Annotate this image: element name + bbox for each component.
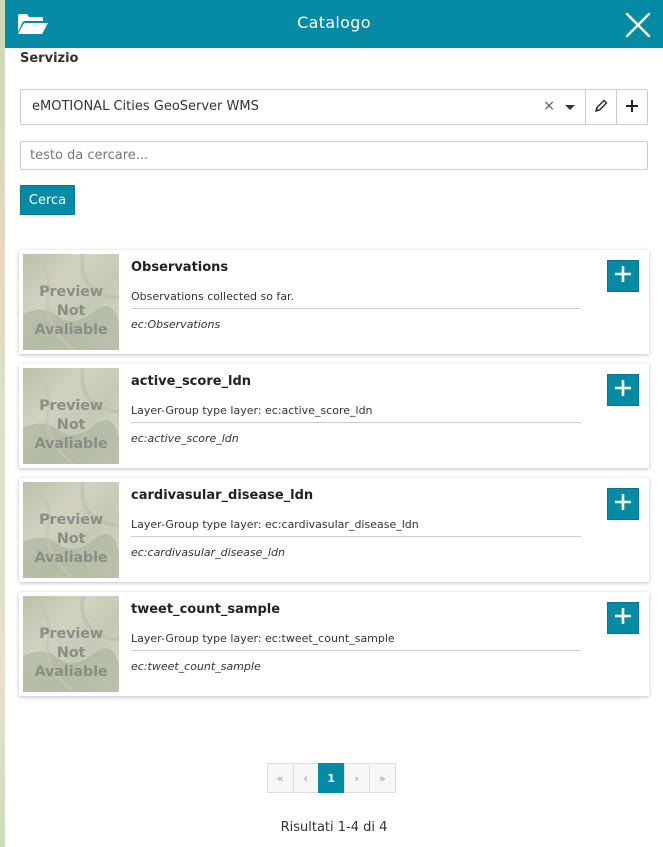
plus-icon xyxy=(614,607,632,629)
result-card: Preview Not Avaliable cardivasular_diseas… xyxy=(19,478,649,582)
result-title: Observations xyxy=(131,260,229,275)
search-button[interactable]: Cerca xyxy=(20,185,75,215)
panel-title: Catalogo xyxy=(297,13,371,32)
result-description: Observations collected so far. xyxy=(131,290,581,309)
preview-text-line1: Preview Not xyxy=(39,626,103,661)
result-card: Preview Not Avaliable active_score_ldn La… xyxy=(19,364,649,468)
plus-icon xyxy=(625,98,639,117)
result-description: Layer-Group type layer: ec:tweet_count_s… xyxy=(131,632,581,651)
add-layer-button[interactable] xyxy=(607,488,639,520)
panel-header: Catalogo xyxy=(5,0,663,48)
preview-thumbnail: Preview Not Avaliable xyxy=(23,254,119,350)
preview-text-line2: Avaliable xyxy=(34,664,108,680)
result-layer-name: ec:cardivasular_disease_ldn xyxy=(131,546,285,559)
result-card: Preview Not Avaliable Observations Observ… xyxy=(19,250,649,354)
next-page-button[interactable]: › xyxy=(343,763,370,793)
results-list: Preview Not Avaliable Observations Observ… xyxy=(19,250,649,706)
current-page-button[interactable]: 1 xyxy=(318,763,345,793)
result-description: Layer-Group type layer: ec:cardivasular_… xyxy=(131,518,581,537)
preview-text-line2: Avaliable xyxy=(34,550,108,566)
preview-thumbnail: Preview Not Avaliable xyxy=(23,482,119,578)
pencil-icon xyxy=(594,98,608,117)
clear-selection-button[interactable]: × xyxy=(543,98,555,114)
catalog-panel: Catalogo Servizio eMOTIONAL Cities GeoSe… xyxy=(5,0,663,847)
close-icon[interactable] xyxy=(625,12,651,38)
add-layer-button[interactable] xyxy=(607,374,639,406)
search-input[interactable] xyxy=(20,141,648,170)
plus-icon xyxy=(614,493,632,515)
service-selected-value: eMOTIONAL Cities GeoServer WMS xyxy=(32,99,259,114)
preview-text-line2: Avaliable xyxy=(34,322,108,338)
result-description: Layer-Group type layer: ec:active_score_… xyxy=(131,404,581,423)
last-page-button[interactable]: » xyxy=(369,763,396,793)
preview-thumbnail: Preview Not Avaliable xyxy=(23,368,119,464)
results-summary: Risultati 1-4 di 4 xyxy=(280,820,388,835)
result-title: active_score_ldn xyxy=(131,374,252,389)
preview-text-line1: Preview Not xyxy=(39,284,103,319)
preview-thumbnail: Preview Not Avaliable xyxy=(23,596,119,692)
result-layer-name: ec:Observations xyxy=(131,318,221,331)
edit-service-button[interactable] xyxy=(585,89,617,125)
preview-text-line1: Preview Not xyxy=(39,398,103,433)
result-title: cardivasular_disease_ldn xyxy=(131,488,314,503)
add-service-button[interactable] xyxy=(616,89,648,125)
preview-text-line2: Avaliable xyxy=(34,436,108,452)
service-label: Servizio xyxy=(20,51,79,66)
first-page-button[interactable]: « xyxy=(267,763,294,793)
result-layer-name: ec:tweet_count_sample xyxy=(131,660,261,673)
previous-page-button[interactable]: ‹ xyxy=(292,763,319,793)
result-card: Preview Not Avaliable tweet_count_sample … xyxy=(19,592,649,696)
plus-icon xyxy=(614,379,632,401)
plus-icon xyxy=(614,265,632,287)
preview-text-line1: Preview Not xyxy=(39,512,103,547)
service-select[interactable]: eMOTIONAL Cities GeoServer WMS × xyxy=(20,89,586,125)
add-layer-button[interactable] xyxy=(607,602,639,634)
chevron-down-icon[interactable] xyxy=(565,105,575,110)
pagination: « ‹ 1 › » xyxy=(267,763,396,793)
add-layer-button[interactable] xyxy=(607,260,639,292)
result-layer-name: ec:active_score_ldn xyxy=(131,432,239,445)
result-title: tweet_count_sample xyxy=(131,602,281,617)
